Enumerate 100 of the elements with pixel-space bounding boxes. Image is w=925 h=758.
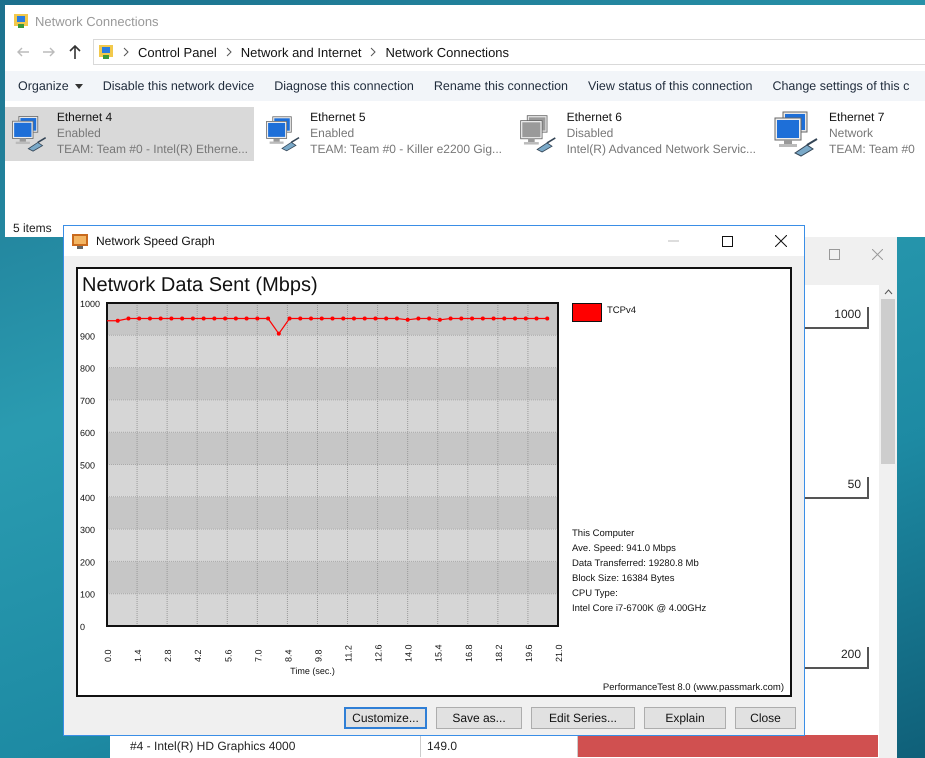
axis-tick-label: 400	[80, 492, 96, 503]
info-text: This Computer	[572, 527, 636, 541]
data-point	[470, 316, 474, 320]
axis-tick-label: 2.8	[163, 649, 174, 662]
data-point	[373, 316, 378, 320]
data-point	[352, 316, 356, 320]
connection-item[interactable]: Ethernet 4 Enabled TEAM: Team #0 - Intel(R) Etherne...	[5, 107, 254, 161]
axis-tick-label: 200	[80, 557, 96, 568]
data-point	[126, 316, 130, 320]
dialog-button[interactable]: Customize...	[344, 707, 427, 729]
axis-tick-label: 15.4	[434, 644, 444, 662]
axis-tick-label: 4.2	[193, 649, 204, 662]
data-point	[309, 316, 314, 320]
maximize-icon[interactable]	[722, 236, 732, 246]
network-folder-icon	[98, 44, 114, 60]
connection-device: TEAM: Team #0 - Killer e2200 Gig...	[310, 141, 502, 157]
data-point	[416, 316, 420, 320]
axis-tick-label: 18.2	[494, 644, 504, 662]
axis-tick-label: 900	[80, 331, 96, 342]
axis-tick-label: 11.2	[344, 645, 354, 662]
window-title: Network Speed Graph	[96, 234, 216, 248]
connection-status: Network	[829, 125, 874, 141]
data-point	[534, 316, 539, 320]
connection-device: TEAM: Team #0 - Intel(R) Etherne...	[56, 141, 248, 157]
axis-tick-label: 8.4	[283, 649, 294, 662]
data-point	[406, 318, 410, 322]
axis-tick-label: 7.0	[253, 649, 264, 662]
connection-name: Ethernet 7	[829, 109, 886, 125]
axis-tick-label: 100	[80, 590, 96, 600]
dialog-button[interactable]: Edit Series...	[531, 707, 635, 729]
axis-tick-label: 14.0	[404, 644, 414, 662]
data-point	[288, 316, 292, 320]
connection-status: Enabled	[310, 125, 356, 141]
connection-device: TEAM: Team #0	[829, 141, 915, 157]
data-point	[480, 316, 485, 320]
connection-device: Intel(R) Advanced Network Servic...	[566, 141, 756, 157]
axis-tick-label: 500	[80, 460, 96, 470]
command-button[interactable]: Rename this connection	[434, 79, 568, 93]
axis-tick-label: 800	[80, 364, 96, 374]
chevron-icon	[122, 47, 130, 57]
data-point	[459, 316, 464, 320]
axis-tick-label: 21.0	[554, 644, 564, 662]
axis-tick-label: 0	[80, 622, 86, 632]
info-text: CPU Type:	[572, 587, 619, 601]
connection-status: Disabled	[566, 125, 614, 141]
data-point	[276, 332, 281, 336]
connection-name: Ethernet 4	[56, 109, 114, 125]
axis-tick-label: 600	[80, 428, 96, 438]
data-point	[190, 316, 195, 320]
info-text: Data Transferred: 19280.8 Mb	[572, 557, 700, 571]
data-point	[524, 316, 528, 320]
data-point	[384, 316, 388, 320]
up-arrow-icon[interactable]	[67, 44, 83, 60]
dialog-button[interactable]: Save as...	[436, 707, 522, 729]
status-bar-text: 5 items	[13, 221, 53, 235]
address-bar[interactable]: Control Panel Network and Internet Network Connections	[93, 39, 925, 65]
command-button[interactable]: Diagnose this connection	[274, 79, 414, 93]
data-point	[137, 316, 142, 320]
data-point	[545, 316, 550, 320]
data-point	[513, 316, 518, 320]
data-point	[255, 316, 260, 320]
command-button[interactable]: Disable this network device	[102, 79, 254, 93]
axis-tick-label: 300	[80, 525, 96, 536]
organize-menu-button[interactable]: Organize	[18, 79, 83, 93]
breadcrumb-item[interactable]: Control Panel	[138, 44, 217, 60]
breadcrumb-item[interactable]: Network Connections	[385, 44, 510, 60]
data-point	[502, 316, 506, 320]
close-icon[interactable]	[775, 235, 787, 247]
data-point	[320, 316, 324, 320]
data-point	[180, 316, 184, 320]
axis-tick-label: 12.6	[374, 644, 384, 662]
axis-tick-label: 0.0	[103, 649, 113, 662]
axis-title: Time (sec.)	[290, 666, 335, 676]
chevron-icon	[224, 47, 233, 57]
info-text: Intel Core i7-6700K @ 4.00GHz	[572, 602, 706, 616]
dialog-button[interactable]: Explain	[644, 707, 726, 729]
scrollbar[interactable]	[879, 285, 897, 758]
data-point	[158, 316, 163, 320]
credit-text: PerformanceTest 8.0 (www.passmark.com)	[602, 682, 784, 693]
breadcrumb-item[interactable]: Network and Internet	[240, 44, 362, 60]
command-button[interactable]: View status of this connection	[588, 79, 752, 93]
data-point	[492, 316, 496, 320]
dialog-button[interactable]: Close	[735, 707, 796, 729]
data-point	[394, 316, 399, 320]
data-point	[212, 316, 216, 320]
data-point	[116, 318, 120, 323]
window-title: Network Connections	[35, 14, 159, 28]
axis-tick-label: 16.8	[464, 644, 474, 662]
data-point	[169, 316, 174, 320]
connection-item[interactable]: Ethernet 7 Network TEAM: Team #0	[767, 107, 922, 161]
graph-title: Network Data Sent (Mbps)	[81, 273, 319, 297]
data-point	[362, 316, 367, 320]
info-text: Block Size: 16384 Bytes	[572, 572, 676, 586]
axis-tick-label: 19.6	[524, 644, 534, 662]
command-button[interactable]: Change settings of this c	[772, 79, 910, 93]
connection-item[interactable]: Ethernet 5 Enabled TEAM: Team #0 - Killer e2200 Gig...	[259, 107, 508, 161]
minimize-icon[interactable]	[668, 240, 678, 242]
scroll-up-icon[interactable]	[884, 289, 892, 295]
data-point	[448, 316, 453, 320]
connection-name: Ethernet 6	[566, 109, 623, 125]
